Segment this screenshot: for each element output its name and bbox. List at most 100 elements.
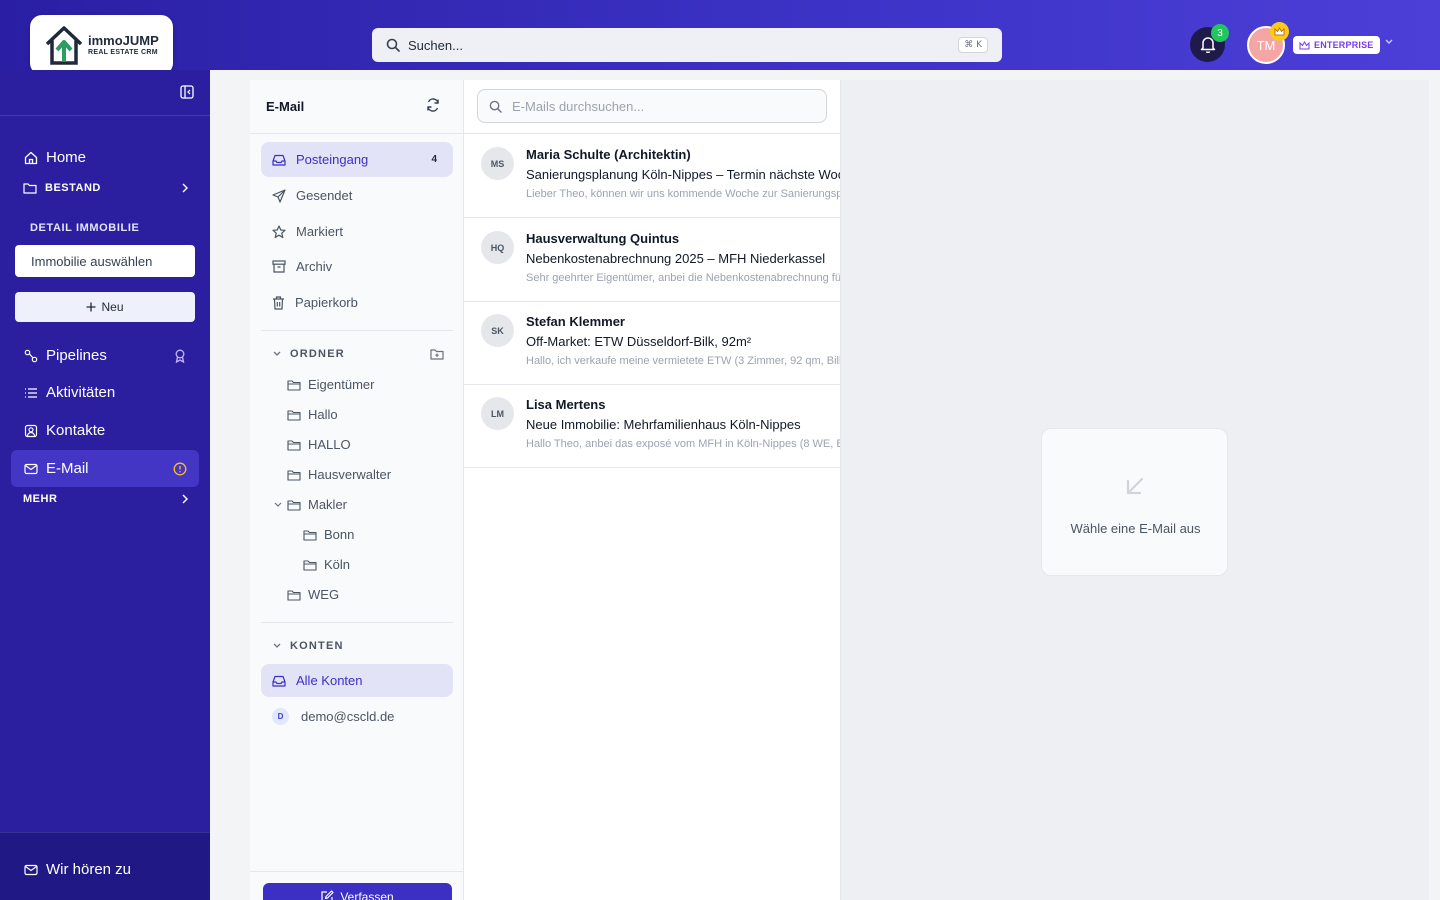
- new-folder-icon[interactable]: [430, 348, 444, 360]
- sidebar-section-label: BESTAND: [45, 182, 101, 194]
- crown-icon: [1270, 22, 1289, 41]
- unread-count: 4: [431, 154, 437, 165]
- search-shortcut: ⌘ K: [958, 37, 988, 53]
- folder-gesendet[interactable]: Gesendet: [261, 178, 453, 213]
- sender-avatar: LM: [481, 397, 514, 430]
- logo-subtitle: REAL ESTATE CRM: [88, 49, 158, 56]
- folder-makler[interactable]: Makler: [273, 497, 347, 512]
- refresh-icon[interactable]: [426, 98, 440, 112]
- folder-icon: [287, 379, 301, 391]
- new-button[interactable]: Neu: [15, 292, 195, 322]
- folder-label: Posteingang: [296, 152, 369, 167]
- compose-label: Verfassen: [340, 890, 394, 900]
- sidebar-item-aktivitaeten[interactable]: Aktivitäten: [11, 374, 199, 411]
- mail-sender: Hausverwaltung Quintus: [526, 231, 680, 246]
- folder-label: Hausverwalter: [308, 467, 392, 482]
- chevron-down-icon: [273, 643, 281, 648]
- sidebar-item-label: Home: [46, 149, 87, 166]
- compose-button[interactable]: Verfassen: [263, 883, 452, 900]
- mail-subject: Sanierungsplanung Köln-Nippes – Termin n…: [526, 167, 841, 182]
- account-all[interactable]: Alle Konten: [261, 664, 453, 697]
- list-icon: [25, 387, 37, 398]
- sidebar-item-email[interactable]: E-Mail: [11, 450, 199, 487]
- email-folder-panel: E-Mail Posteingang 4 Gesendet Markiert A…: [250, 80, 464, 900]
- folder-label: Hallo: [308, 407, 338, 422]
- folder-hallo[interactable]: Hallo: [287, 407, 338, 422]
- chevron-down-icon[interactable]: [1384, 38, 1394, 46]
- mail-list: E-Mails durchsuchen... MS Maria Schulte …: [464, 80, 841, 900]
- chevron-down-icon: [273, 351, 281, 356]
- folder-bonn[interactable]: Bonn: [303, 527, 354, 542]
- folder-posteingang[interactable]: Posteingang 4: [261, 142, 453, 177]
- detail-immobilie-label: DETAIL IMMOBILIE: [30, 222, 140, 234]
- sender-avatar: SK: [481, 314, 514, 347]
- immobilie-select[interactable]: Immobilie auswählen: [15, 245, 195, 277]
- alert-icon: [173, 462, 187, 475]
- account-demo[interactable]: D demo@cscld.de: [261, 699, 453, 734]
- mail-row[interactable]: MS Maria Schulte (Architektin) Sanierung…: [464, 134, 841, 218]
- mail-row[interactable]: SK Stefan Klemmer Off-Market: ETW Düssel…: [464, 301, 840, 385]
- folder-koeln[interactable]: Köln: [303, 557, 350, 572]
- folder-divider: [250, 871, 464, 872]
- top-bar: immoJUMP REAL ESTATE CRM Suchen... ⌘ K 3…: [0, 0, 1440, 75]
- folder-icon: [287, 409, 301, 421]
- ordner-section-header[interactable]: ORDNER: [272, 348, 444, 360]
- account-avatar: D: [272, 708, 289, 725]
- folder-markiert[interactable]: Markiert: [261, 214, 453, 249]
- mail-search-placeholder: E-Mails durchsuchen...: [512, 98, 645, 114]
- mail-sender: Lisa Mertens: [526, 397, 606, 412]
- reading-pane: Wähle eine E-Mail aus: [841, 80, 1429, 900]
- logo[interactable]: immoJUMP REAL ESTATE CRM: [30, 15, 173, 75]
- global-search-input[interactable]: Suchen... ⌘ K: [372, 28, 1002, 62]
- contacts-icon: [24, 424, 38, 437]
- folder-papierkorb[interactable]: Papierkorb: [261, 285, 453, 320]
- feedback-area: Wir hören zu: [0, 832, 210, 900]
- sidebar-item-pipelines[interactable]: Pipelines: [11, 337, 199, 374]
- empty-state-card: Wähle eine E-Mail aus: [1041, 428, 1228, 576]
- folder-label: Papierkorb: [295, 295, 358, 310]
- logo-title: immoJUMP: [88, 33, 159, 48]
- inbox-icon: [272, 675, 286, 687]
- folder-icon: [287, 469, 301, 481]
- folder-hausverwalter[interactable]: Hausverwalter: [287, 467, 391, 482]
- folder-eigentuemer[interactable]: Eigentümer: [287, 377, 374, 392]
- sidebar-item-kontakte[interactable]: Kontakte: [11, 412, 199, 449]
- sidebar-item-home[interactable]: Home: [11, 139, 199, 176]
- folder-icon: [303, 529, 317, 541]
- folder-hallo-caps[interactable]: HALLO: [287, 437, 351, 452]
- mail-row[interactable]: LM Lisa Mertens Neue Immobilie: Mehrfami…: [464, 384, 840, 468]
- sidebar-item-label: Pipelines: [46, 347, 107, 364]
- folder-panel-header: E-Mail: [250, 80, 464, 134]
- mail-icon: [24, 463, 38, 474]
- mail-row[interactable]: HQ Hausverwaltung Quintus Nebenkostenabr…: [464, 218, 841, 302]
- folder-icon: [287, 589, 301, 601]
- sidebar-item-label: E-Mail: [46, 460, 89, 477]
- mail-search-input[interactable]: E-Mails durchsuchen...: [477, 89, 827, 123]
- folder-label: Bonn: [324, 527, 355, 542]
- sidebar: Home BESTAND DETAIL IMMOBILIE Immobilie …: [0, 70, 210, 900]
- mail-preview: Lieber Theo, können wir uns kommende Woc…: [526, 188, 840, 200]
- feedback-button[interactable]: Wir hören zu: [24, 861, 131, 878]
- folder-icon: [23, 183, 37, 194]
- arrow-down-left-icon: [1126, 477, 1144, 495]
- archive-icon: [272, 260, 286, 273]
- sidebar-section-bestand[interactable]: BESTAND: [23, 182, 189, 194]
- empty-state-text: Wähle eine E-Mail aus: [1070, 521, 1201, 536]
- edit-icon: [321, 890, 334, 900]
- folder-label: Archiv: [296, 259, 333, 274]
- folder-archiv[interactable]: Archiv: [261, 249, 453, 284]
- plan-badge: ENTERPRISE: [1293, 36, 1380, 54]
- mail-list-header: E-Mails durchsuchen...: [464, 80, 840, 134]
- chevron-down-icon[interactable]: [273, 501, 283, 509]
- plan-badge-label: ENTERPRISE: [1314, 40, 1374, 50]
- sender-avatar: HQ: [481, 231, 514, 264]
- collapse-sidebar-icon[interactable]: [180, 85, 194, 99]
- mail-sender: Maria Schulte (Architektin): [526, 147, 691, 162]
- konten-section-header[interactable]: KONTEN: [272, 640, 444, 652]
- chevron-right-icon: [182, 183, 188, 193]
- sidebar-section-mehr[interactable]: MEHR: [23, 493, 189, 505]
- folder-weg[interactable]: WEG: [287, 587, 339, 602]
- chevron-right-icon: [182, 494, 188, 504]
- search-placeholder: Suchen...: [408, 37, 463, 53]
- mail-preview: Sehr geehrter Eigentümer, anbei die Nebe…: [526, 272, 841, 284]
